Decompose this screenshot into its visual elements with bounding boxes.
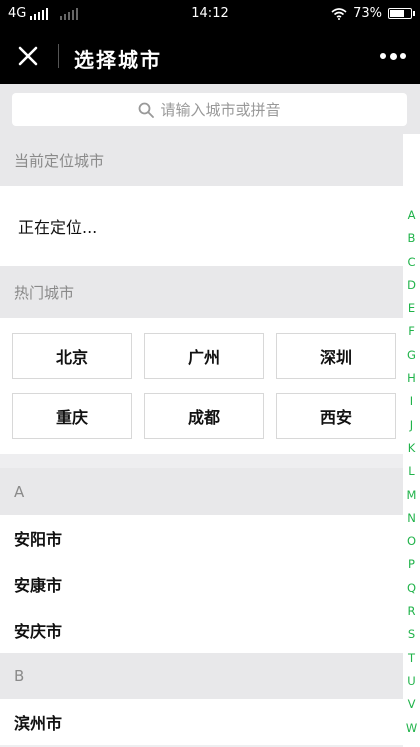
alphabet-index: A B C D E F G H I J K L M N O P Q R S T … bbox=[403, 204, 420, 740]
index-letter[interactable]: F bbox=[408, 320, 415, 343]
wifi-icon bbox=[331, 7, 347, 20]
group-header-b: B bbox=[0, 653, 403, 699]
index-letter[interactable]: U bbox=[407, 670, 415, 693]
close-icon[interactable] bbox=[12, 40, 44, 72]
index-letter[interactable]: P bbox=[408, 553, 415, 576]
index-letter[interactable]: R bbox=[408, 600, 416, 623]
index-letter[interactable]: J bbox=[410, 414, 413, 437]
index-letter[interactable]: T bbox=[408, 647, 415, 670]
group-header-a: A bbox=[0, 468, 403, 515]
index-letter[interactable]: O bbox=[407, 530, 416, 553]
hot-city-button[interactable]: 西安 bbox=[276, 393, 396, 439]
nav-divider bbox=[58, 44, 59, 68]
index-letter[interactable]: Q bbox=[407, 577, 416, 600]
hot-city-button[interactable]: 成都 bbox=[144, 393, 264, 439]
index-letter[interactable]: V bbox=[408, 693, 416, 716]
index-letter[interactable]: H bbox=[407, 367, 416, 390]
index-letter[interactable]: S bbox=[408, 623, 415, 646]
more-icon[interactable] bbox=[380, 44, 406, 68]
index-letter[interactable]: G bbox=[407, 344, 416, 367]
current-city-block: 正在定位... bbox=[0, 186, 403, 266]
current-city-header: 当前定位城市 bbox=[0, 134, 403, 186]
search-input[interactable]: 请输入城市或拼音 bbox=[12, 93, 407, 126]
list-item[interactable]: 安康市 bbox=[0, 561, 403, 607]
city-list: 当前定位城市 正在定位... 热门城市 北京 广州 深圳 重庆 成都 西安 A … bbox=[0, 134, 403, 745]
hot-city-button[interactable]: 深圳 bbox=[276, 333, 396, 379]
status-bar: 4G 14:12 73% bbox=[0, 0, 420, 28]
index-letter[interactable]: C bbox=[407, 251, 415, 274]
battery-area: 73% bbox=[331, 6, 415, 21]
group-a-list: 安阳市 安康市 安庆市 bbox=[0, 515, 403, 653]
index-letter[interactable]: K bbox=[408, 437, 416, 460]
list-item[interactable]: 安阳市 bbox=[0, 515, 403, 561]
index-letter[interactable]: W bbox=[406, 717, 417, 740]
list-item[interactable]: 安庆市 bbox=[0, 607, 403, 653]
hot-city-block: 北京 广州 深圳 重庆 成都 西安 bbox=[0, 318, 403, 454]
index-letter[interactable]: A bbox=[408, 204, 416, 227]
search-area: 请输入城市或拼音 bbox=[0, 84, 420, 134]
index-letter[interactable]: E bbox=[408, 297, 415, 320]
index-letter[interactable]: D bbox=[407, 274, 416, 297]
hot-city-button[interactable]: 广州 bbox=[144, 333, 264, 379]
group-b-list: 滨州市 bbox=[0, 699, 403, 745]
hot-city-button[interactable]: 北京 bbox=[12, 333, 132, 379]
locating-status[interactable]: 正在定位... bbox=[0, 186, 403, 266]
battery-percent: 73% bbox=[353, 6, 382, 21]
battery-icon bbox=[388, 8, 415, 19]
index-letter[interactable]: M bbox=[407, 484, 417, 507]
index-letter[interactable]: N bbox=[407, 507, 416, 530]
nav-bar: 选择城市 bbox=[0, 28, 420, 84]
hot-city-button[interactable]: 重庆 bbox=[12, 393, 132, 439]
hot-city-header: 热门城市 bbox=[0, 266, 403, 318]
search-icon bbox=[139, 102, 155, 118]
search-placeholder: 请输入城市或拼音 bbox=[160, 101, 281, 119]
page-title: 选择城市 bbox=[74, 48, 162, 72]
index-letter[interactable]: L bbox=[408, 460, 414, 483]
list-item[interactable]: 滨州市 bbox=[0, 699, 403, 745]
index-letter[interactable]: I bbox=[410, 390, 413, 413]
index-letter[interactable]: B bbox=[408, 227, 416, 250]
hot-city-grid: 北京 广州 深圳 重庆 成都 西安 bbox=[0, 318, 403, 454]
